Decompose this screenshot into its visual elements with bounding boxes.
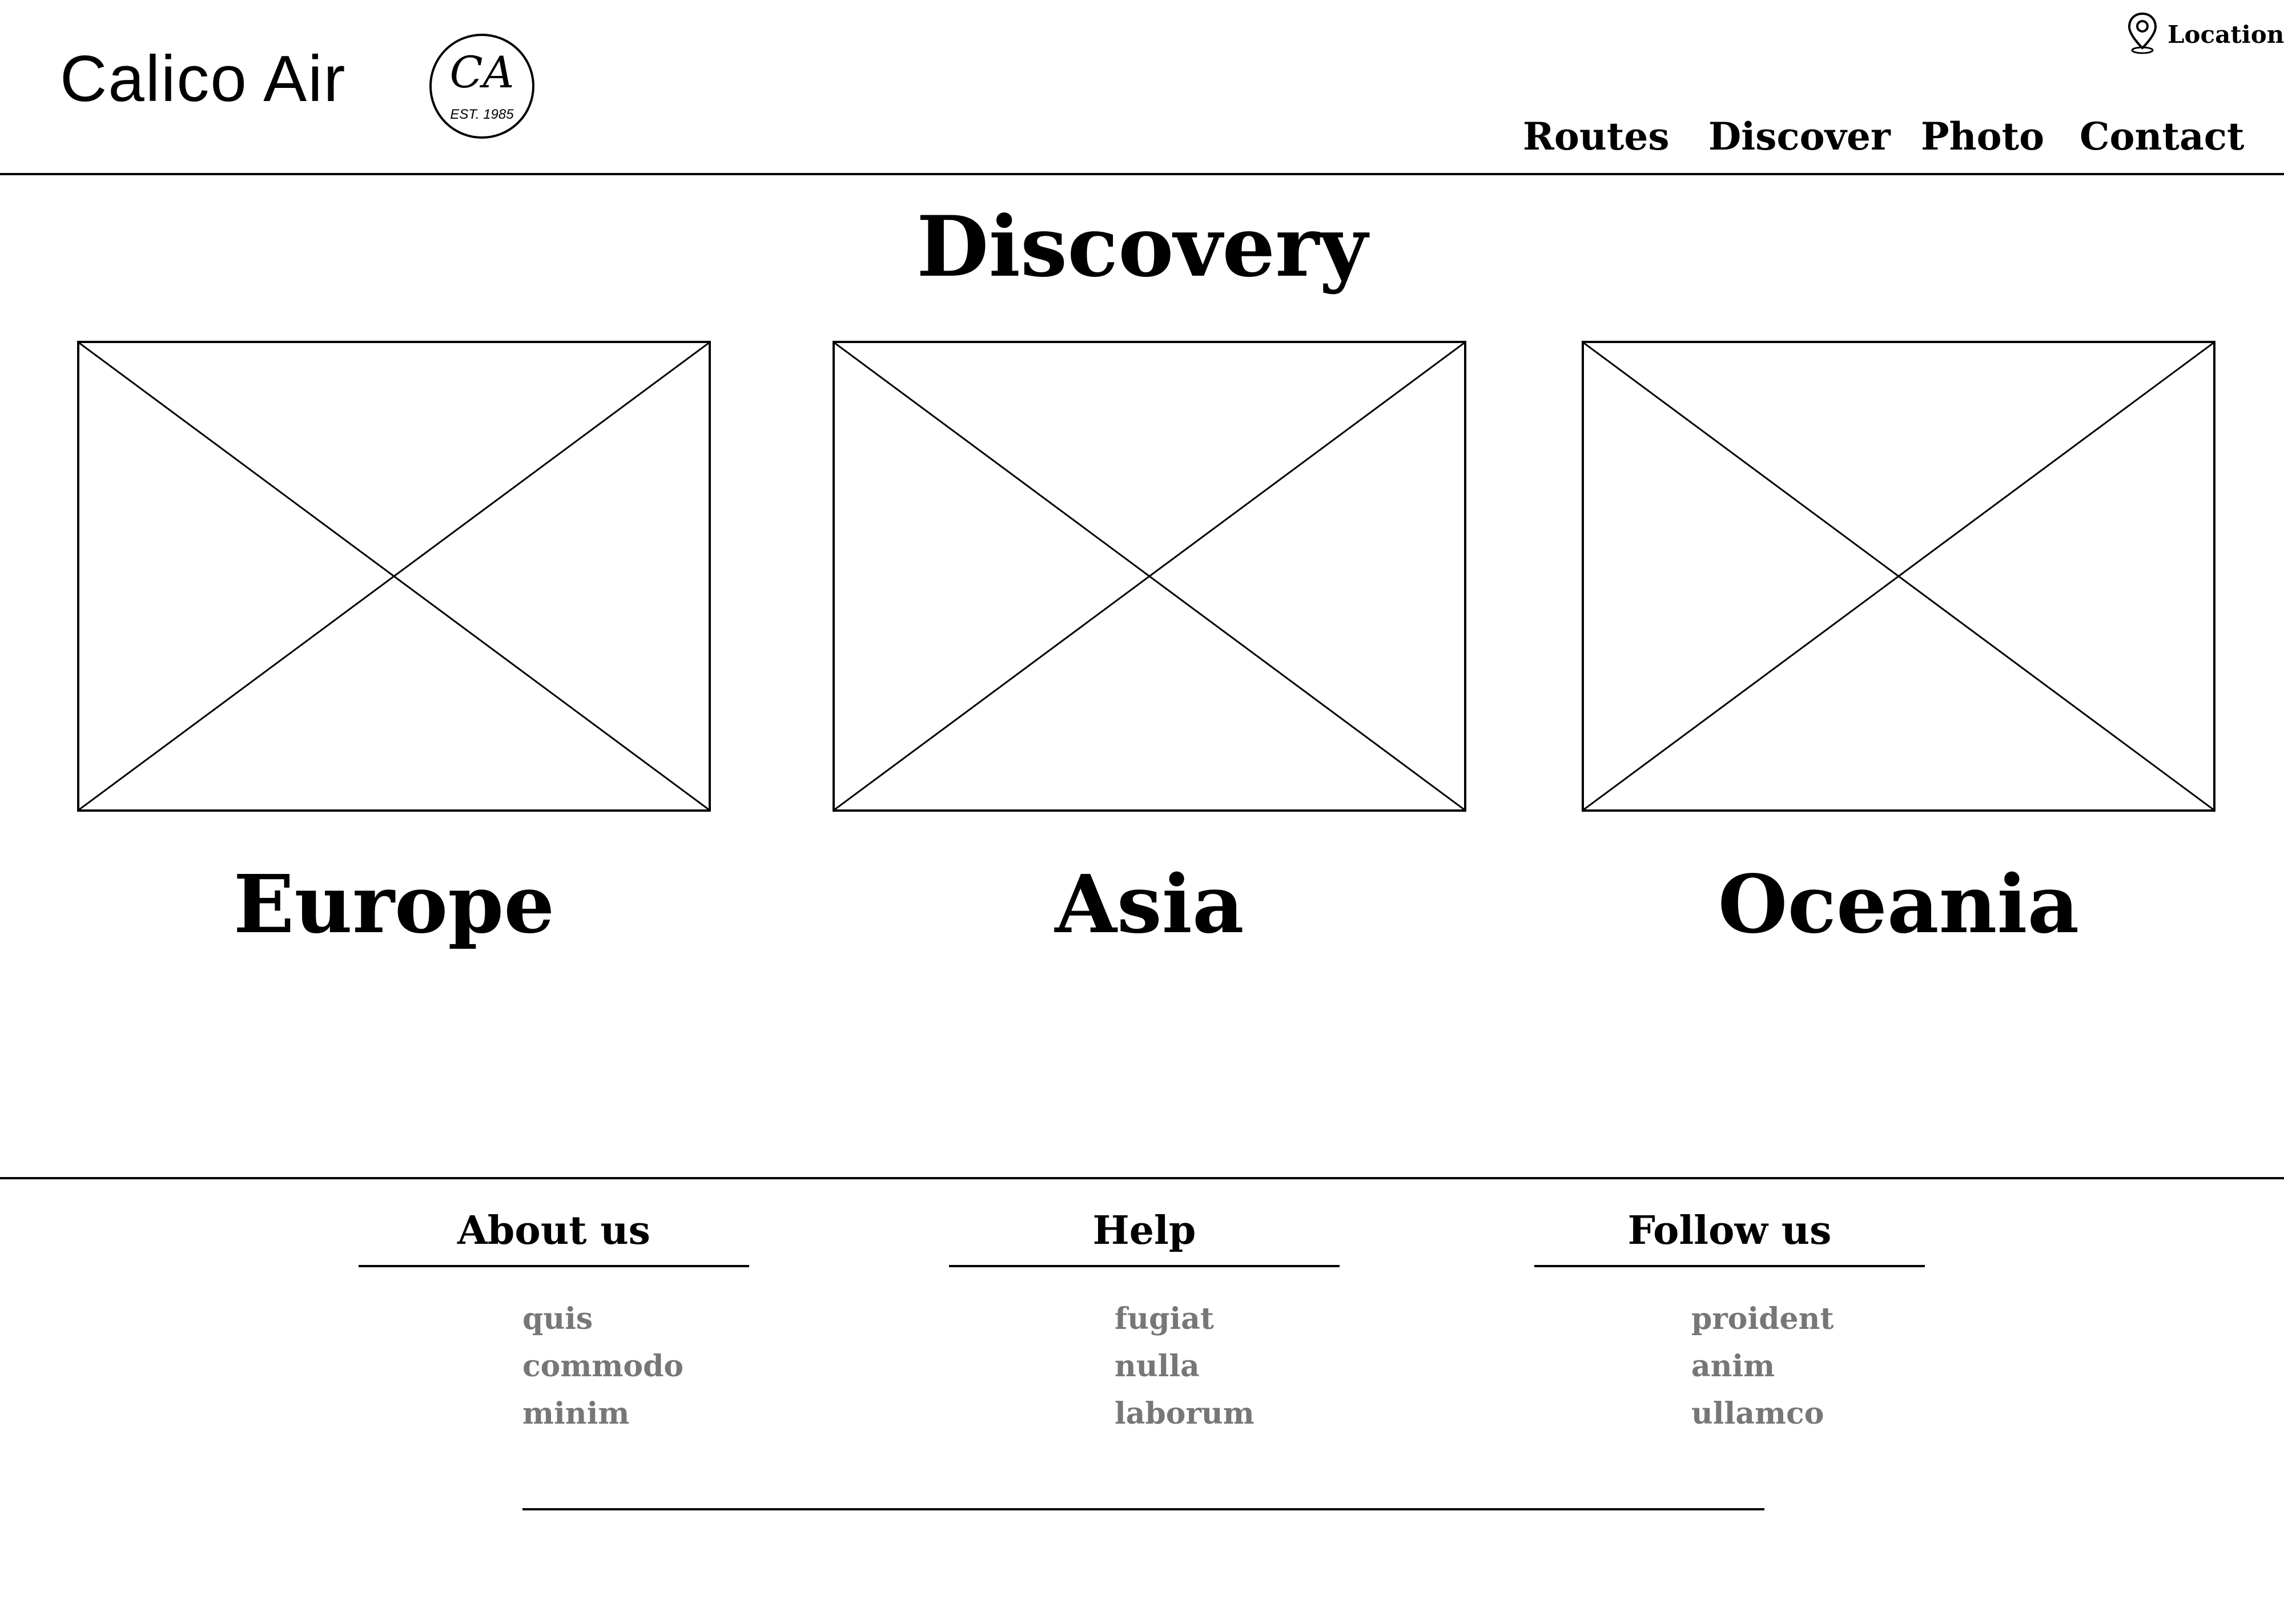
- region-label-asia[interactable]: Asia: [833, 865, 1466, 945]
- footer-heading-follow: Follow us: [1627, 1208, 1832, 1254]
- brand-logo[interactable]: CA EST. 1985: [429, 34, 534, 139]
- footer-heading-underline: [359, 1265, 749, 1267]
- logo-monogram: CA: [449, 47, 514, 98]
- logo-established: EST. 1985: [450, 107, 514, 122]
- footer-link[interactable]: proident: [1691, 1304, 1833, 1334]
- europe-image-placeholder[interactable]: [77, 341, 711, 812]
- nav-discover[interactable]: Discover: [1708, 118, 1891, 155]
- region-label-europe[interactable]: Europe: [77, 865, 711, 945]
- nav-routes[interactable]: Routes: [1523, 118, 1670, 155]
- footer-link[interactable]: nulla: [1115, 1352, 1200, 1381]
- footer-heading-about: About us: [457, 1208, 650, 1254]
- nav-photo[interactable]: Photo: [1921, 118, 2044, 155]
- footer-heading-underline: [949, 1265, 1340, 1267]
- map-pin-icon: [2125, 10, 2160, 58]
- footer-link[interactable]: anim: [1691, 1352, 1775, 1381]
- asia-image-placeholder[interactable]: [833, 341, 1466, 812]
- footer-link[interactable]: fugiat: [1115, 1304, 1214, 1334]
- location-label: Location: [2168, 20, 2284, 49]
- footer-link[interactable]: ullamco: [1691, 1399, 1824, 1429]
- nav-contact[interactable]: Contact: [2080, 118, 2244, 155]
- oceania-image-placeholder[interactable]: [1582, 341, 2215, 812]
- location-link[interactable]: Location: [2125, 11, 2284, 57]
- header-divider: [0, 173, 2284, 175]
- page-title: Discovery: [916, 198, 1368, 296]
- footer-link[interactable]: quis: [522, 1304, 593, 1334]
- region-label-oceania[interactable]: Oceania: [1582, 865, 2215, 945]
- footer-heading-underline: [1534, 1265, 1925, 1267]
- footer-link[interactable]: commodo: [522, 1352, 683, 1381]
- footer-link[interactable]: laborum: [1115, 1399, 1254, 1429]
- footer-divider: [0, 1177, 2284, 1179]
- footer-bottom-divider: [522, 1508, 1764, 1510]
- footer-link[interactable]: minim: [522, 1399, 629, 1429]
- brand-name[interactable]: Calico Air: [60, 47, 347, 112]
- footer-heading-help: Help: [1092, 1208, 1196, 1254]
